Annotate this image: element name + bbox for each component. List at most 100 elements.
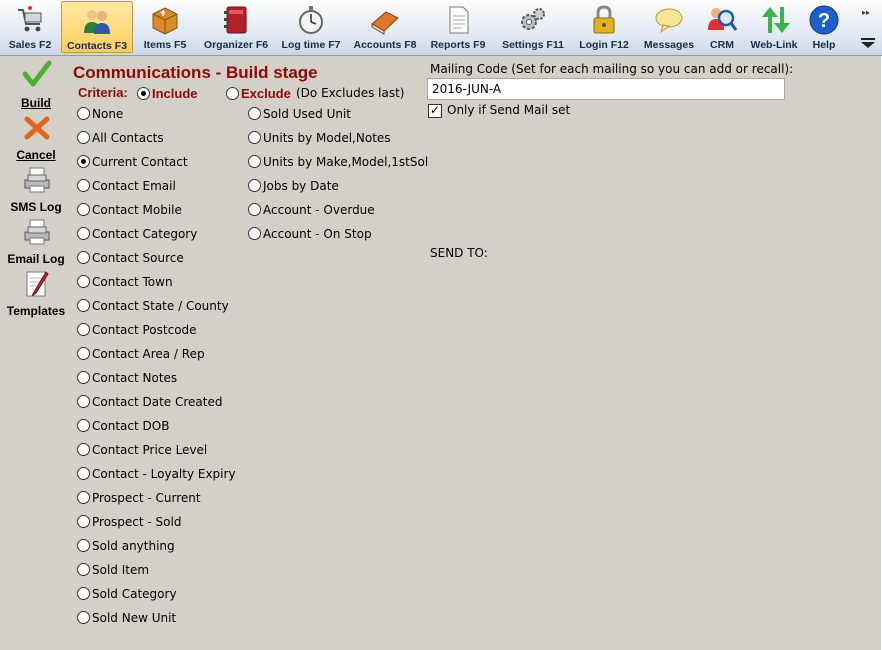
build-button[interactable]: Build (1, 60, 71, 112)
toolbar-button-organizer[interactable]: Organizer F6 (199, 1, 273, 53)
radio-indicator (77, 563, 90, 576)
magnifier-person-icon (708, 8, 738, 31)
toolbar-label: Sales F2 (8, 39, 52, 51)
checkmark-icon: ✓ (430, 103, 441, 117)
email-log-button[interactable]: Email Log (1, 218, 71, 268)
templates-label: Templates (6, 304, 66, 318)
send-mail-label: Only if Send Mail set (447, 103, 571, 117)
toolbar-button-web-link[interactable]: Web-Link (748, 1, 800, 53)
radio-indicator (77, 443, 90, 456)
build-label: Build (21, 96, 51, 110)
criteria-label: Prospect - Current (92, 491, 201, 505)
criteria-label: Sold Used Unit (263, 107, 352, 121)
criteria-label: Contact Email (92, 179, 176, 193)
toolbar-label: Contacts F3 (66, 40, 128, 52)
toolbar-button-settings[interactable]: Settings F11 (498, 1, 568, 53)
radio-indicator (77, 539, 90, 552)
speech-bubble-icon (655, 8, 683, 34)
toolbar-label: CRM (710, 39, 734, 51)
dropdown-arrow-icon (861, 38, 875, 48)
toolbar-button-accounts[interactable]: Accounts F8 (351, 1, 419, 53)
criteria-label: All Contacts (92, 131, 164, 145)
criteria-label: Sold New Unit (92, 611, 177, 625)
criteria-label: Units by Model,Notes (263, 131, 391, 145)
toolbar-overflow[interactable]: ▸▸ (858, 2, 880, 52)
radio-indicator (77, 155, 90, 168)
radio-indicator (77, 107, 90, 120)
radio-indicator (77, 131, 90, 144)
criteria-label: Sold anything (92, 539, 175, 553)
stopwatch-icon (299, 6, 323, 34)
up-down-arrows-icon (762, 7, 790, 33)
mailing-code-label: Mailing Code (Set for each mailing so yo… (430, 62, 794, 76)
svg-text:?: ? (818, 10, 830, 32)
mailing-code-input[interactable] (427, 78, 785, 100)
criteria-label: Units by Make,Model,1stSol (263, 155, 429, 169)
toolbar-label: Settings F11 (502, 39, 564, 51)
criteria-label: Account - Overdue (263, 203, 375, 217)
radio-indicator (248, 131, 261, 144)
radio-indicator (77, 347, 90, 360)
toolbar-button-reports[interactable]: Reports F9 (427, 1, 489, 53)
criteria-label: Contact Price Level (92, 443, 208, 457)
criteria-label: Contact Mobile (92, 203, 182, 217)
templates-button[interactable]: Templates (1, 270, 71, 322)
criteria-label: Current Contact (92, 155, 188, 169)
toolbar-label: Web-Link (750, 39, 798, 51)
help-icon: ? (809, 5, 839, 35)
organizer-book-icon (224, 6, 247, 34)
criteria-label: Contact Area / Rep (92, 347, 205, 361)
toolbar-label: Organizer F6 (203, 39, 269, 51)
radio-indicator (77, 467, 90, 480)
document-icon (449, 6, 469, 34)
radio-indicator (77, 251, 90, 264)
cart-icon (18, 6, 42, 32)
printer-icon (24, 219, 50, 245)
sms-log-label: SMS Log (10, 200, 62, 214)
criteria-label: Contact Postcode (92, 323, 197, 337)
criteria-label: Contact - Loyalty Expiry (92, 467, 236, 481)
exclude-note: (Do Excludes last) (296, 86, 405, 100)
exclude-label: Exclude (241, 86, 291, 101)
toolbar-button-login[interactable]: Login F12 (574, 1, 634, 53)
toolbar-label: Accounts F8 (353, 39, 417, 51)
radio-indicator (248, 107, 261, 120)
radio-indicator (77, 491, 90, 504)
toolbar-label: Reports F9 (430, 39, 486, 51)
cancel-button[interactable]: Cancel (1, 114, 71, 164)
send-mail-checkbox[interactable]: ✓ (428, 103, 442, 118)
templates-pen-icon (26, 271, 49, 297)
radio-indicator (77, 611, 90, 624)
sms-log-button[interactable]: SMS Log (1, 166, 71, 216)
criteria-label: Contact Town (92, 275, 173, 289)
toolbar-label: Log time F7 (281, 39, 341, 51)
criteria-label: Contact Date Created (92, 395, 223, 409)
radio-indicator (248, 155, 261, 168)
radio-indicator (248, 179, 261, 192)
radio-indicator (77, 371, 90, 384)
radio-indicator (77, 323, 90, 336)
people-icon (84, 10, 110, 34)
include-label: Include (152, 86, 198, 101)
radio-indicator (77, 299, 90, 312)
toolbar-label: Login F12 (579, 39, 629, 51)
criteria-label: Contact State / County (92, 299, 229, 313)
criteria-label: Criteria: (78, 85, 128, 100)
criteria-label: Contact Category (92, 227, 198, 241)
toolbar-button-items[interactable]: Items F5 (138, 1, 192, 53)
criteria-label: Contact DOB (92, 419, 170, 433)
toolbar-button-contacts[interactable]: Contacts F3 (61, 1, 133, 53)
page-title: Communications - Build stage (73, 63, 318, 82)
toolbar-button-sales[interactable]: Sales F2 (4, 1, 56, 53)
toolbar-label: Items F5 (143, 39, 187, 51)
criteria-label: Sold Category (92, 587, 177, 601)
toolbar-button-messages[interactable]: Messages (643, 1, 695, 53)
toolbar-label: Help (812, 39, 836, 51)
toolbar-button-log-time[interactable]: Log time F7 (278, 1, 344, 53)
radio-indicator (77, 203, 90, 216)
radio-indicator (137, 87, 150, 100)
overflow-chevron-icon: ▸▸ (862, 8, 871, 17)
toolbar-button-crm[interactable]: CRM (700, 1, 744, 53)
radio-indicator (77, 419, 90, 432)
toolbar-button-help[interactable]: ? Help (802, 1, 846, 53)
